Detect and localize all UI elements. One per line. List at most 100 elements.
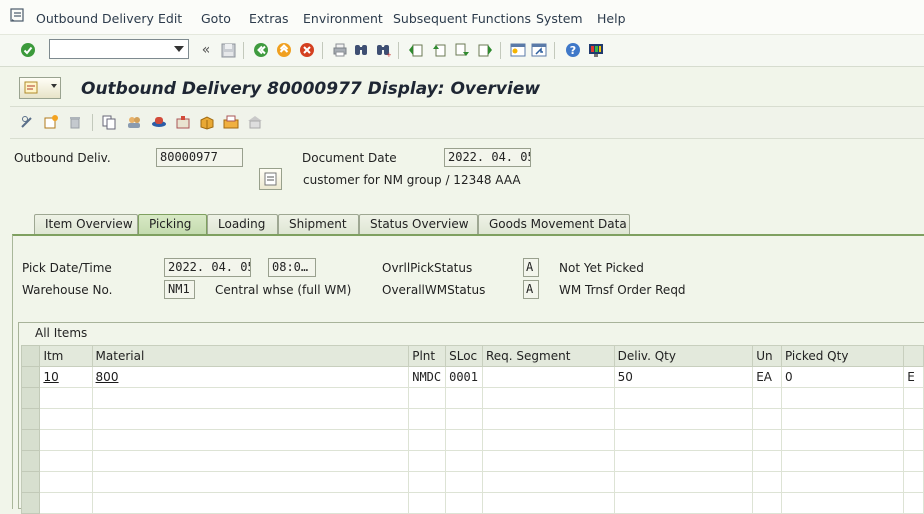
cell-plnt[interactable]: NMDC bbox=[408, 366, 447, 388]
cell-more[interactable]: E bbox=[903, 366, 924, 388]
package-icon[interactable] bbox=[198, 113, 216, 131]
menu-help[interactable]: Help bbox=[597, 11, 626, 26]
cell-sloc[interactable]: 0001 bbox=[445, 366, 483, 388]
row-selector[interactable] bbox=[20, 492, 41, 514]
row-selector[interactable] bbox=[20, 366, 41, 388]
dropdown-arrow-icon bbox=[51, 84, 57, 88]
table-row[interactable] bbox=[20, 408, 924, 430]
svg-text:+: + bbox=[386, 51, 391, 58]
item-details-icon[interactable] bbox=[174, 113, 192, 131]
table-row[interactable] bbox=[20, 492, 924, 514]
display-change-icon[interactable] bbox=[18, 113, 36, 131]
row-selector[interactable] bbox=[20, 429, 41, 451]
material-link[interactable]: 800 bbox=[96, 370, 119, 384]
delete-icon[interactable] bbox=[66, 113, 84, 131]
shortcut-icon[interactable] bbox=[530, 41, 548, 59]
outbound-deliv-label: Outbound Deliv. bbox=[14, 151, 111, 165]
outbound-deliv-field[interactable]: 80000977 bbox=[156, 148, 243, 167]
command-field[interactable] bbox=[49, 39, 189, 59]
previous-page-icon[interactable] bbox=[430, 41, 448, 59]
table-row[interactable] bbox=[20, 387, 924, 409]
menu-overflow-icon[interactable] bbox=[10, 8, 24, 22]
post-goods-issue-icon[interactable] bbox=[222, 113, 240, 131]
find-next-icon[interactable]: + bbox=[374, 41, 392, 59]
page-title: Outbound Delivery 80000977 Display: Over… bbox=[81, 79, 541, 99]
row-selector[interactable] bbox=[20, 471, 41, 493]
partner-icon[interactable] bbox=[125, 113, 143, 131]
column-header-picked-qty[interactable]: Picked Qty bbox=[780, 345, 905, 367]
header-details-icon[interactable] bbox=[150, 113, 168, 131]
pick-time-field[interactable]: 08:0… bbox=[268, 258, 316, 277]
customer-text: customer for NM group / 12348 AAA bbox=[303, 173, 521, 187]
warehouse-no-field[interactable]: NM1 bbox=[164, 280, 195, 299]
tab-shipment[interactable]: Shipment bbox=[278, 214, 359, 234]
column-header-more[interactable] bbox=[903, 345, 924, 367]
column-header-plnt[interactable]: Plnt bbox=[408, 345, 447, 367]
column-header-un[interactable]: Un bbox=[752, 345, 782, 367]
warehouse-no-label: Warehouse No. bbox=[22, 283, 113, 297]
display-menu-button[interactable] bbox=[19, 77, 61, 99]
tab-loading[interactable]: Loading bbox=[207, 214, 278, 234]
ship-to-party-button[interactable] bbox=[259, 168, 282, 190]
tab-goods-movement-data[interactable]: Goods Movement Data bbox=[478, 214, 630, 234]
exit-icon[interactable] bbox=[275, 41, 293, 59]
menu-bar: Outbound Delivery Edit Goto Extras Envir… bbox=[0, 0, 924, 35]
tab-picking[interactable]: Picking bbox=[138, 214, 207, 234]
table-row[interactable]: 10 800 NMDC 0001 50 EA 0 E bbox=[20, 366, 924, 388]
print-icon[interactable] bbox=[331, 41, 349, 59]
menu-goto[interactable]: Goto bbox=[201, 11, 231, 26]
cell-req-segment[interactable] bbox=[481, 366, 615, 388]
column-header-req-segment[interactable]: Req. Segment bbox=[481, 345, 615, 367]
table-header-row: Itm Material Plnt SLoc Req. Segment Deli… bbox=[20, 345, 924, 367]
column-header-deliv-qty[interactable]: Deliv. Qty bbox=[613, 345, 754, 367]
warehouse-icon[interactable] bbox=[246, 113, 264, 131]
enter-icon[interactable] bbox=[19, 41, 37, 59]
items-table: Itm Material Plnt SLoc Req. Segment Deli… bbox=[20, 345, 924, 514]
column-header-itm[interactable]: Itm bbox=[39, 345, 93, 367]
menu-extras[interactable]: Extras bbox=[249, 11, 289, 26]
cell-picked-qty[interactable]: 0 bbox=[780, 366, 905, 388]
tab-status-overview[interactable]: Status Overview bbox=[359, 214, 478, 234]
table-row[interactable] bbox=[20, 429, 924, 451]
help-icon[interactable]: ? bbox=[564, 41, 582, 59]
ovrl-pick-status-field[interactable]: A bbox=[523, 258, 539, 277]
table-row[interactable] bbox=[20, 471, 924, 493]
row-selector[interactable] bbox=[20, 387, 41, 409]
item-link[interactable]: 10 bbox=[43, 370, 58, 384]
customize-layout-icon[interactable] bbox=[587, 41, 605, 59]
overall-wm-status-field[interactable]: A bbox=[523, 280, 539, 299]
table-row[interactable] bbox=[20, 450, 924, 472]
copy-icon[interactable] bbox=[100, 113, 118, 131]
menu-system[interactable]: System bbox=[536, 11, 583, 26]
cell-deliv-qty[interactable]: 50 bbox=[613, 366, 754, 388]
last-page-icon[interactable] bbox=[476, 41, 494, 59]
pick-date-field[interactable]: 2022. 04. 05 bbox=[164, 258, 251, 277]
column-header-sloc[interactable]: SLoc bbox=[445, 345, 483, 367]
cell-material[interactable]: 800 bbox=[91, 366, 410, 388]
row-selector[interactable] bbox=[20, 408, 41, 430]
column-header-material[interactable]: Material bbox=[91, 345, 410, 367]
cell-itm[interactable]: 10 bbox=[39, 366, 93, 388]
row-selector[interactable] bbox=[20, 450, 41, 472]
create-icon[interactable] bbox=[42, 113, 60, 131]
menu-edit[interactable]: Edit bbox=[158, 11, 182, 26]
document-date-field[interactable]: 2022. 04. 05 bbox=[444, 148, 531, 167]
collapse-command-icon[interactable]: « bbox=[197, 41, 215, 59]
menu-outbound-delivery[interactable]: Outbound Delivery bbox=[36, 11, 154, 26]
document-details-icon bbox=[264, 172, 277, 186]
next-page-icon[interactable] bbox=[453, 41, 471, 59]
find-icon[interactable] bbox=[352, 41, 370, 59]
pick-date-time-label: Pick Date/Time bbox=[22, 261, 112, 275]
tab-item-overview[interactable]: Item Overview bbox=[34, 214, 138, 234]
menu-environment[interactable]: Environment bbox=[303, 11, 383, 26]
chevron-down-icon[interactable] bbox=[174, 46, 184, 52]
select-all-cell[interactable] bbox=[20, 345, 41, 367]
cell-un[interactable]: EA bbox=[752, 366, 782, 388]
first-page-icon[interactable] bbox=[407, 41, 425, 59]
display-options-icon bbox=[24, 81, 38, 94]
save-icon[interactable] bbox=[219, 41, 237, 59]
cancel-icon[interactable] bbox=[298, 41, 316, 59]
menu-subsequent-functions[interactable]: Subsequent Functions bbox=[393, 11, 531, 26]
create-session-icon[interactable] bbox=[509, 41, 527, 59]
back-icon[interactable] bbox=[252, 41, 270, 59]
